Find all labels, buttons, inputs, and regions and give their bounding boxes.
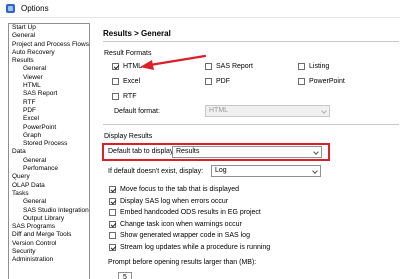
- if-not-exist-select[interactable]: Log: [211, 165, 321, 177]
- display-log-label: Display SAS log when errors occur: [120, 197, 229, 205]
- options-panel: Results > General Result Formats HTML SA…: [98, 23, 400, 279]
- tree-item-results-sas-report[interactable]: SAS Report: [9, 90, 89, 98]
- embed-ods-checkbox[interactable]: [109, 209, 116, 216]
- stream-log-checkbox-row[interactable]: Stream log updates while a procedure is …: [109, 243, 271, 251]
- stream-log-checkbox[interactable]: [109, 243, 116, 251]
- excel-checkbox[interactable]: [112, 78, 119, 85]
- if-not-exist-label: If default doesn't exist, display:: [108, 168, 204, 175]
- tree-item-tasks-general[interactable]: General: [9, 198, 89, 206]
- pdf-checkbox-row[interactable]: PDF: [205, 78, 230, 85]
- rtf-checkbox-label: RTF: [123, 93, 137, 100]
- listing-checkbox[interactable]: [298, 63, 305, 70]
- result-formats-label: Result Formats: [104, 50, 152, 57]
- tree-item-results-general[interactable]: General: [9, 65, 89, 73]
- if-not-exist-value: Log: [215, 167, 227, 174]
- tree-item-security[interactable]: Security: [9, 248, 89, 256]
- wrapper-code-checkbox-row[interactable]: Show generated wrapper code in SAS log: [109, 232, 250, 239]
- default-format-select[interactable]: HTML: [205, 105, 330, 117]
- wrapper-code-label: Show generated wrapper code in SAS log: [120, 232, 250, 239]
- default-tab-select[interactable]: Results: [172, 146, 322, 158]
- change-icon-label: Change task icon when warnings occur: [120, 220, 242, 228]
- sas-report-checkbox[interactable]: [205, 63, 212, 70]
- default-tab-value: Results: [176, 148, 200, 155]
- html-checkbox-label: HTML: [123, 63, 143, 70]
- display-results-label: Display Results: [104, 133, 153, 140]
- title-divider: [103, 41, 399, 42]
- prompt-size-label: Prompt before opening results larger tha…: [108, 259, 257, 266]
- tree-item-results-graph[interactable]: Graph: [9, 132, 89, 140]
- move-focus-checkbox[interactable]: [109, 186, 116, 193]
- tree-item-results-html[interactable]: HTML: [9, 82, 89, 90]
- tree-item-tasks-sas-studio-integration[interactable]: SAS Studio Integration: [9, 207, 89, 215]
- tree-item-results-rtf[interactable]: RTF: [9, 99, 89, 107]
- chevron-down-icon: [313, 149, 319, 155]
- tree-item-olap-data[interactable]: OLAP Data: [9, 182, 89, 190]
- sas-report-checkbox-label: SAS Report: [216, 63, 253, 70]
- pdf-checkbox-label: PDF: [216, 78, 230, 85]
- embed-ods-label: Embed handcoded ODS results in EG projec…: [120, 209, 261, 216]
- wrapper-code-checkbox[interactable]: [109, 232, 116, 239]
- tree-item-auto-recovery[interactable]: Auto Recovery: [9, 49, 89, 57]
- html-checkbox[interactable]: [112, 63, 119, 70]
- excel-checkbox-row[interactable]: Excel: [112, 78, 140, 85]
- excel-checkbox-label: Excel: [123, 78, 141, 85]
- move-focus-label: Move focus to the tab that is displayed: [120, 186, 240, 193]
- tree-item-diff-and-merge-tools[interactable]: Diff and Merge Tools: [9, 231, 89, 239]
- prompt-size-input[interactable]: 5: [118, 272, 132, 279]
- tree-item-version-control[interactable]: Version Control: [9, 240, 89, 248]
- rtf-checkbox-row[interactable]: RTF: [112, 93, 136, 100]
- change-icon-checkbox[interactable]: [109, 220, 116, 228]
- chevron-down-icon: [321, 108, 327, 114]
- options-window-icon: [6, 4, 15, 13]
- tree-item-query[interactable]: Query: [9, 173, 89, 181]
- chevron-down-icon: [312, 168, 318, 174]
- window-titlebar: Options: [0, 0, 400, 18]
- change-icon-checkbox-row[interactable]: Change task icon when warnings occur: [109, 220, 242, 228]
- move-focus-checkbox-row[interactable]: Move focus to the tab that is displayed: [109, 186, 239, 193]
- tree-item-start-up[interactable]: Start Up: [9, 24, 89, 32]
- sas-report-checkbox-row[interactable]: SAS Report: [205, 63, 253, 70]
- tree-item-tasks[interactable]: Tasks: [9, 190, 89, 198]
- tree-item-results-excel[interactable]: Excel: [9, 115, 89, 123]
- tree-item-data-performance[interactable]: Perfomance: [9, 165, 89, 173]
- rtf-checkbox[interactable]: [112, 93, 119, 100]
- tree-item-data-general[interactable]: General: [9, 157, 89, 165]
- tree-item-sas-programs[interactable]: SAS Programs: [9, 223, 89, 231]
- tree-item-data[interactable]: Data: [9, 148, 89, 156]
- listing-checkbox-row[interactable]: Listing: [298, 63, 329, 70]
- default-format-label: Default format:: [114, 108, 160, 115]
- window-title: Options: [21, 4, 49, 13]
- tree-item-project-and-process-flows[interactable]: Project and Process Flows: [9, 41, 89, 49]
- powerpoint-checkbox-row[interactable]: PowerPoint: [298, 78, 345, 85]
- page-title: Results > General: [103, 29, 171, 38]
- display-log-checkbox[interactable]: [109, 197, 116, 205]
- options-tree[interactable]: Start Up General Project and Process Flo…: [8, 23, 90, 279]
- tree-item-results-powerpoint[interactable]: PowerPoint: [9, 124, 89, 132]
- default-format-value: HTML: [209, 107, 229, 114]
- pdf-checkbox[interactable]: [205, 78, 212, 85]
- stream-log-label: Stream log updates while a procedure is …: [120, 243, 271, 251]
- tree-item-general[interactable]: General: [9, 32, 89, 40]
- powerpoint-checkbox[interactable]: [298, 78, 305, 85]
- section-divider: [103, 124, 399, 125]
- default-tab-label: Default tab to display:: [108, 148, 176, 155]
- tree-item-results-viewer[interactable]: Viewer: [9, 74, 89, 82]
- embed-ods-checkbox-row[interactable]: Embed handcoded ODS results in EG projec…: [109, 209, 261, 216]
- tree-item-results[interactable]: Results: [9, 57, 89, 65]
- powerpoint-checkbox-label: PowerPoint: [309, 78, 345, 85]
- tree-item-tasks-output-library[interactable]: Output Library: [9, 215, 89, 223]
- tree-item-results-stored-process[interactable]: Stored Process: [9, 140, 89, 148]
- html-checkbox-row[interactable]: HTML: [112, 63, 142, 70]
- tree-item-administration[interactable]: Administration: [9, 256, 89, 264]
- listing-checkbox-label: Listing: [309, 63, 330, 70]
- display-log-checkbox-row[interactable]: Display SAS log when errors occur: [109, 197, 229, 205]
- tree-item-results-pdf[interactable]: PDF: [9, 107, 89, 115]
